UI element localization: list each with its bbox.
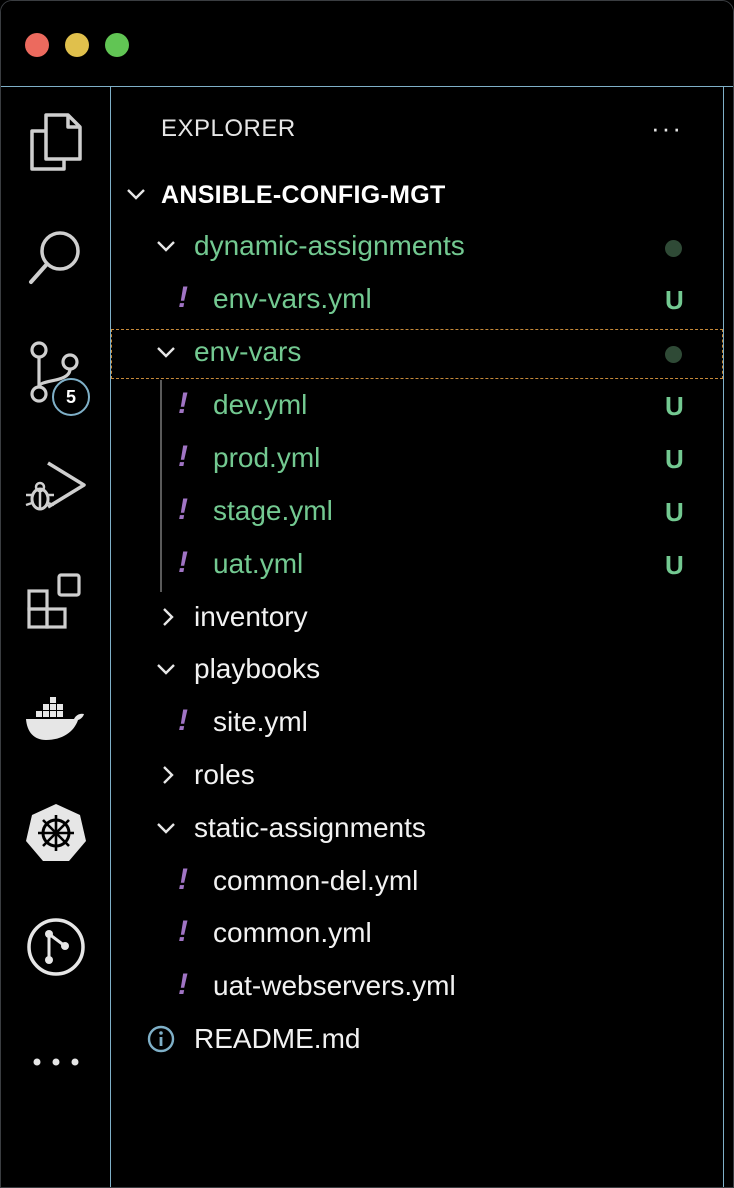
tree-file-label: prod.yml — [213, 442, 321, 473]
source-control-badge: 5 — [52, 378, 90, 416]
kubernetes-icon — [25, 804, 86, 861]
tree-file[interactable]: README.md — [111, 1016, 723, 1066]
yaml-file-icon: ! — [178, 968, 188, 1001]
vscode-window: 5 EXPLORER ··· ANSIBLE-CONFIG-MGT dynami… — [0, 0, 734, 1188]
tree-file-label: common-del.yml — [213, 865, 419, 896]
tree-file-label: site.yml — [213, 706, 308, 737]
tree-file-label: stage.yml — [213, 495, 333, 526]
more-icon — [33, 1058, 78, 1066]
tree-file[interactable]: ! common-del.yml — [111, 858, 723, 908]
docker-button[interactable] — [1, 677, 110, 757]
tree-folder[interactable]: static-assignments — [111, 805, 723, 855]
yaml-file-icon: ! — [178, 387, 188, 420]
tree-file[interactable]: ! uat-webservers.yml — [111, 963, 723, 1013]
yaml-file-icon: ! — [178, 546, 188, 579]
chevron-down-icon — [157, 823, 175, 834]
tree-folder-label: dynamic-assignments — [194, 230, 465, 261]
more-button[interactable] — [1, 1022, 110, 1102]
git-status-badge: U — [665, 444, 684, 474]
tree-file[interactable]: ! stage.yml U — [111, 488, 723, 538]
maximize-window-button[interactable] — [105, 33, 129, 57]
run-debug-icon — [25, 461, 86, 511]
yaml-file-icon: ! — [178, 493, 188, 526]
tree-file-label: dev.yml — [213, 389, 308, 420]
git-graph-button[interactable] — [1, 907, 110, 987]
run-debug-button[interactable] — [1, 447, 110, 527]
tree-file-label: common.yml — [213, 917, 372, 948]
close-window-button[interactable] — [25, 33, 49, 57]
tree-file-label: uat.yml — [213, 548, 304, 579]
modified-dot-icon — [665, 346, 682, 363]
tree-folder-selected[interactable]: env-vars — [111, 329, 723, 379]
git-graph-icon — [26, 918, 85, 976]
search-icon — [28, 231, 80, 284]
info-icon — [147, 1025, 175, 1053]
minimize-window-button[interactable] — [65, 33, 89, 57]
explorer-more-actions-button[interactable]: ··· — [651, 113, 683, 144]
explorer-icon — [29, 113, 82, 171]
git-status-badge: U — [665, 497, 684, 527]
yaml-file-icon: ! — [178, 704, 188, 737]
tree-file[interactable]: ! prod.yml U — [111, 435, 723, 485]
yaml-file-icon: ! — [178, 915, 188, 948]
tree-folder[interactable]: dynamic-assignments — [111, 223, 723, 273]
chevron-down-icon — [157, 347, 175, 358]
explorer-root-folder[interactable]: ANSIBLE-CONFIG-MGT — [111, 171, 723, 221]
tree-folder-label: roles — [194, 759, 255, 790]
tree-folder-label: env-vars — [194, 336, 302, 367]
extensions-button[interactable] — [1, 562, 110, 642]
chevron-down-icon — [157, 664, 175, 675]
tree-file[interactable]: ! common.yml — [111, 910, 723, 960]
yaml-file-icon: ! — [178, 281, 188, 314]
yaml-file-icon: ! — [178, 863, 188, 896]
tree-file[interactable]: ! site.yml — [111, 699, 723, 749]
explorer-title: EXPLORER — [161, 115, 296, 142]
panel-divider — [723, 87, 724, 1187]
tree-folder[interactable]: roles — [111, 752, 723, 802]
tree-folder[interactable]: playbooks — [111, 646, 723, 696]
explorer-sidebar: EXPLORER ··· ANSIBLE-CONFIG-MGT dynamic-… — [111, 87, 723, 1187]
tree-folder-label: static-assignments — [194, 812, 426, 843]
modified-dot-icon — [665, 240, 682, 257]
root-folder-label: ANSIBLE-CONFIG-MGT — [161, 181, 446, 209]
kubernetes-button[interactable] — [1, 792, 110, 872]
tree-file-label: env-vars.yml — [213, 283, 372, 314]
chevron-right-icon — [163, 608, 174, 626]
chevron-down-icon — [157, 241, 175, 252]
git-status-badge: U — [665, 391, 684, 421]
tree-file[interactable]: ! env-vars.yml U — [111, 276, 723, 326]
tree-folder-label: inventory — [194, 601, 308, 632]
git-status-badge: U — [665, 550, 684, 580]
search-button[interactable] — [1, 217, 110, 297]
docker-icon — [25, 697, 84, 740]
tree-folder-label: playbooks — [194, 653, 321, 684]
yaml-file-icon: ! — [178, 440, 188, 473]
tree-folder[interactable]: inventory — [111, 594, 723, 644]
chevron-right-icon — [163, 766, 174, 784]
tree-file[interactable]: ! uat.yml U — [111, 541, 723, 591]
chevron-down-icon — [127, 189, 145, 200]
git-status-badge: U — [665, 285, 684, 315]
tree-file[interactable]: ! dev.yml U — [111, 382, 723, 432]
explorer-button[interactable] — [1, 102, 110, 182]
activity-bar: 5 — [1, 87, 111, 1187]
extensions-icon — [26, 573, 81, 629]
tree-file-label: uat-webservers.yml — [213, 970, 456, 1001]
tree-file-label: README.md — [194, 1023, 361, 1054]
title-bar — [1, 1, 733, 87]
